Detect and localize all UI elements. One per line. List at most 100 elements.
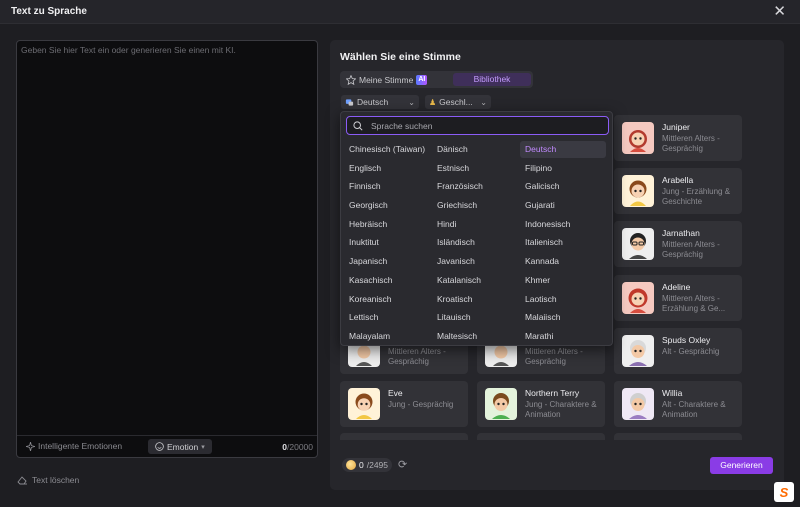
text-editor[interactable]: Geben Sie hier Text ein oder generieren … [16,40,318,458]
voice-card[interactable]: Jarnathan Mittleren Alters - Gesprächig [614,221,742,267]
language-dropdown: Chinesisch (Taiwan)DänischDeutsch Englisc… [340,111,613,346]
chevron-down-icon: ⌄ [408,97,415,107]
language-option[interactable]: Filipino [520,160,608,177]
credits-total: /2495 [366,460,389,470]
generate-button[interactable]: Generieren [710,457,773,474]
language-option[interactable]: Malaiisch [520,309,608,326]
voice-desc: Mittleren Alters - Gesprächig [662,134,720,153]
language-option[interactable]: Javanisch [432,253,520,270]
smiley-icon [155,442,164,451]
language-option[interactable]: Gujarati [520,197,608,214]
language-option[interactable]: Italienisch [520,234,608,251]
emotion-dropdown[interactable]: Emotion ▾ [148,439,212,454]
search-icon [353,121,363,131]
tab-my-voice[interactable]: Meine Stimme AI [342,73,431,86]
voice-desc: Jung - Erzählung & Geschichte [662,187,731,206]
language-option[interactable]: Khmer [520,272,608,289]
close-icon[interactable]: ✕ [773,4,786,19]
eraser-icon [17,476,27,485]
voice-card[interactable]: Spuds Oxley Alt - Gesprächig [614,328,742,374]
voice-name: Arabella [662,175,694,185]
voice-card[interactable]: Willia Alt - Charaktere & Animation [614,381,742,427]
language-option[interactable]: Dänisch [432,141,520,158]
voice-card[interactable] [614,433,742,440]
voice-desc: Mittleren Alters - Gesprächig [388,347,446,366]
voice-source-tabs: Meine Stimme AI Bibliothek [340,71,533,88]
language-filter[interactable]: Deutsch ⌄ [341,95,419,109]
language-option[interactable]: Estnisch [432,160,520,177]
language-option[interactable]: Lettisch [344,309,432,326]
language-option[interactable]: Hindi [432,216,520,233]
language-option[interactable]: Galicisch [520,178,608,195]
language-option[interactable]: Hebräisch [344,216,432,233]
title-bar: Text zu Sprache ✕ [0,0,800,24]
language-option[interactable]: Isländisch [432,234,520,251]
language-option[interactable]: Chinesisch (Taiwan) [344,141,432,158]
voice-card[interactable]: Arabella Jung - Erzählung & Geschichte [614,168,742,214]
smart-emotions-button[interactable]: Intelligente Emotionen [26,441,122,451]
language-option[interactable]: Indonesisch [520,216,608,233]
voice-desc: Mittleren Alters - Gesprächig [662,240,720,259]
char-limit: /20000 [287,442,313,452]
credits-used: 0 [359,460,364,470]
gender-filter[interactable]: ♟ Geschl... ⌄ [425,95,491,109]
language-option[interactable]: Laotisch [520,291,608,308]
voice-card[interactable]: Adeline Mittleren Alters - Erzählung & G… [614,275,742,321]
language-option[interactable]: Katalanisch [432,272,520,289]
voice-name: Adeline [662,282,691,292]
editor-placeholder: Geben Sie hier Text ein oder generieren … [21,45,236,55]
app-logo-icon[interactable]: S [774,482,794,502]
voice-card[interactable]: Northern Terry Jung - Charaktere & Anima… [477,381,605,427]
refresh-icon[interactable]: ⟳ [398,458,407,471]
language-option[interactable]: Inuktitut [344,234,432,251]
voice-desc: Jung - Charaktere & Animation [525,400,597,419]
voice-desc: Mittleren Alters - Gesprächig [525,347,583,366]
chevron-down-icon: ⌄ [480,97,487,107]
voice-name: Juniper [662,122,690,132]
language-option[interactable]: Kasachisch [344,272,432,289]
clear-text-button[interactable]: Text löschen [17,475,79,485]
language-option[interactable]: Malayalam [344,328,432,345]
language-option[interactable]: Griechisch [432,197,520,214]
smart-emotions-label: Intelligente Emotionen [38,441,123,451]
language-option[interactable]: Kroatisch [432,291,520,308]
voice-panel-title: Wählen Sie eine Stimme [340,51,461,63]
voice-name: Willia [662,388,683,398]
language-option[interactable]: Kannada [520,253,608,270]
tab-library[interactable]: Bibliothek [453,73,531,86]
language-option[interactable]: Maltesisch [432,328,520,345]
voice-name: Eve [388,388,403,398]
language-option[interactable]: Georgisch [344,197,432,214]
voice-card[interactable]: Juniper Mittleren Alters - Gesprächig [614,115,742,161]
language-option[interactable]: Japanisch [344,253,432,270]
voice-card[interactable]: Eve Jung - Gesprächig [340,381,468,427]
language-icon [345,98,354,106]
voice-card[interactable] [477,433,605,440]
person-icon: ♟ [429,97,437,107]
language-option[interactable]: Deutsch [520,141,606,158]
window-title: Text zu Sprache [11,6,87,17]
language-option[interactable]: Koreanisch [344,291,432,308]
ai-badge: AI [416,74,428,85]
sparkle-icon [26,441,35,451]
clear-text-label: Text löschen [32,475,80,485]
language-search-input[interactable] [371,119,601,132]
star-icon [346,74,356,85]
avatar [622,175,654,207]
voice-name: Spuds Oxley [662,335,711,345]
language-option[interactable]: Englisch [344,160,432,177]
language-option[interactable]: Marathi [520,328,608,345]
language-option[interactable]: Französisch [432,178,520,195]
tab-my-voice-label: Meine Stimme [359,74,414,85]
avatar [622,122,654,154]
language-search [346,116,609,135]
avatar [485,388,517,420]
chevron-down-icon: ▾ [201,443,205,451]
language-option[interactable]: Litauisch [432,309,520,326]
avatar [622,282,654,314]
voice-card[interactable] [340,433,468,440]
voice-name: Jarnathan [662,228,700,238]
avatar [622,228,654,260]
avatar [622,388,654,420]
language-option[interactable]: Finnisch [344,178,432,195]
